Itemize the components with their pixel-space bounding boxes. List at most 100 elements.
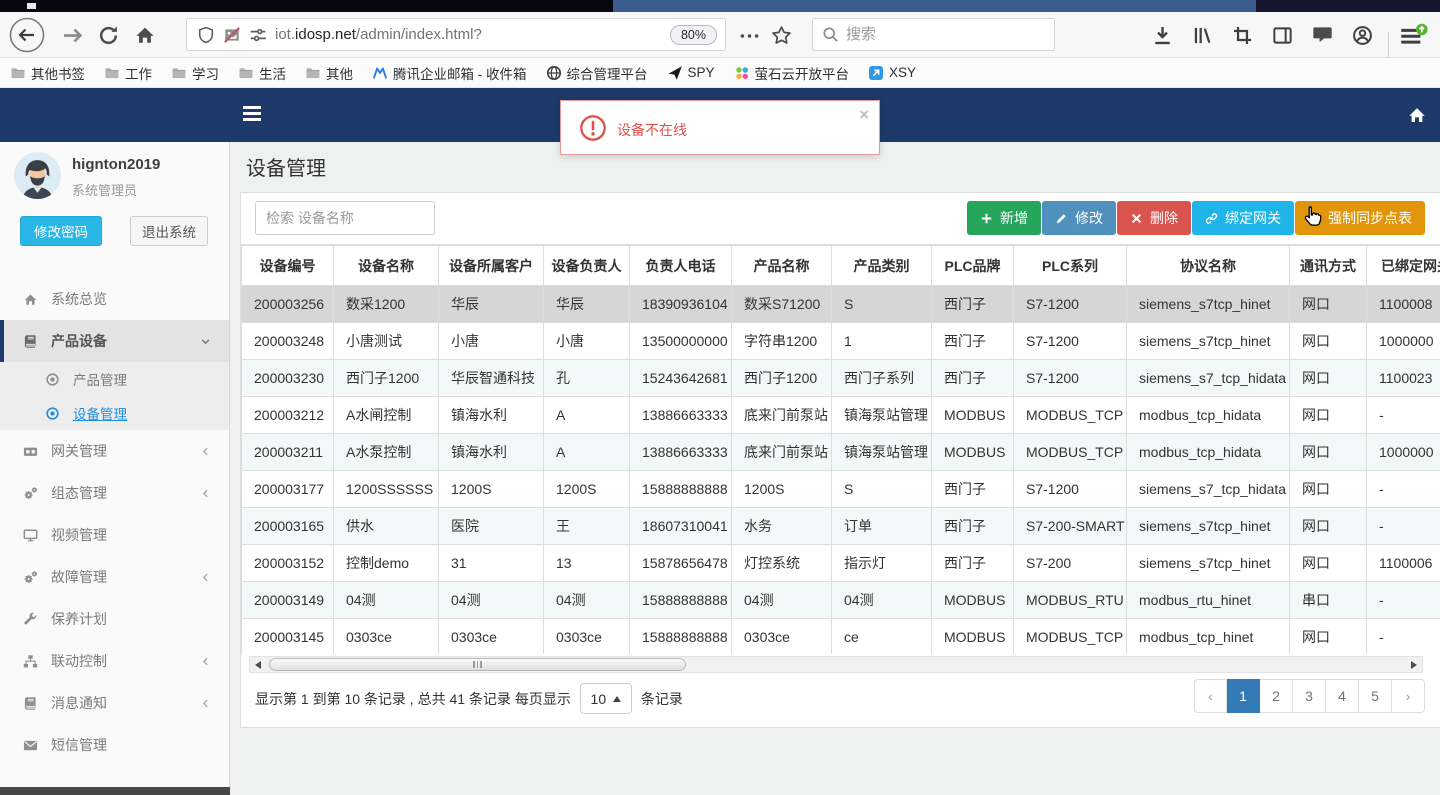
bookmark-item[interactable]: SPY (667, 65, 715, 81)
table-cell: 网口 (1289, 396, 1367, 434)
shield-icon[interactable] (197, 26, 215, 44)
column-header[interactable]: 设备编号 (241, 245, 334, 286)
sidebar-item-设备管理[interactable]: 设备管理 (0, 396, 229, 430)
table-cell: - (1366, 470, 1440, 508)
column-header[interactable]: 设备所属客户 (438, 245, 544, 286)
column-header[interactable]: 设备名称 (333, 245, 439, 286)
table-row[interactable]: 200003149 04测 04测 04测 15888888888 04测 04测 MODBU… (241, 581, 1440, 619)
page-size-select[interactable]: 10 (579, 683, 632, 714)
page-2[interactable]: 2 (1260, 679, 1293, 713)
page-title: 设备管理 (246, 158, 326, 180)
library-icon[interactable] (1192, 25, 1213, 46)
page-actions-icon[interactable] (740, 30, 759, 42)
bookmark-item[interactable]: XSY (868, 65, 916, 81)
bookmark-item[interactable]: 学习 (171, 63, 219, 83)
bookmark-item[interactable]: 生活 (238, 63, 286, 83)
bookmark-item[interactable]: 其他书签 (10, 63, 85, 83)
column-header[interactable]: 协议名称 (1126, 245, 1290, 286)
page-prev[interactable]: ‹ (1194, 679, 1227, 713)
url-bar[interactable]: iot.idosp.net/admin/index.html? 80% (186, 18, 726, 51)
zoom-level-badge[interactable]: 80% (669, 24, 717, 45)
sidebar-collapse-icon[interactable] (243, 106, 261, 122)
bookmark-item[interactable]: 腾讯企业邮箱 - 收件箱 (372, 63, 527, 83)
table-cell: A (543, 433, 630, 471)
sidebar-item-系统总览[interactable]: 系统总览 (0, 278, 229, 320)
pocket-icon[interactable] (1312, 26, 1333, 45)
column-header[interactable]: 产品类别 (831, 245, 932, 286)
add-button[interactable]: 新增 (967, 201, 1041, 235)
app-home-icon[interactable] (1407, 105, 1427, 125)
sidebar-item-联动控制[interactable]: 联动控制 (0, 640, 229, 682)
back-button[interactable] (8, 16, 46, 54)
sidebar-item-网关管理[interactable]: 网关管理 (0, 430, 229, 472)
home-icon (22, 292, 38, 307)
delete-button[interactable]: 删除 (1117, 201, 1191, 235)
column-header[interactable]: 已绑定网关 (1366, 245, 1440, 286)
home-button[interactable] (134, 24, 156, 46)
sidebar-item-消息通知[interactable]: 消息通知 (0, 682, 229, 724)
monitor-icon (22, 528, 38, 543)
forward-button[interactable] (62, 25, 83, 46)
menu-icon[interactable] (1398, 23, 1428, 48)
horizontal-scrollbar[interactable] (249, 656, 1423, 673)
column-header[interactable]: 产品名称 (731, 245, 832, 286)
images-blocked-icon[interactable] (223, 26, 241, 44)
table-cell: 200003149 (241, 581, 334, 619)
table-row[interactable]: 200003211 A水泵控制 镇海水利 A 13886663333 底来门前泵站 镇海泵站… (241, 433, 1440, 471)
table-row[interactable]: 200003177 1200SSSSSS 1200S 1200S 15888888888… (241, 470, 1440, 508)
sidebar-item-组态管理[interactable]: 组态管理 (0, 472, 229, 514)
bookmark-star-icon[interactable] (771, 25, 792, 46)
permissions-icon[interactable] (249, 26, 267, 44)
scrollbar-thumb[interactable] (269, 658, 686, 671)
page-5[interactable]: 5 (1359, 679, 1392, 713)
sidebar-toggle-icon[interactable] (1272, 25, 1293, 46)
bind-gateway-button[interactable]: 绑定网关 (1192, 201, 1294, 235)
sidebar-item-短信管理[interactable]: 短信管理 (0, 724, 229, 766)
table-row[interactable]: 200003145 0303ce 0303ce 0303ce 15888888888 03… (241, 618, 1440, 654)
reload-button[interactable] (98, 25, 119, 46)
table-row[interactable]: 200003248 小唐测试 小唐 小唐 13500000000 字符串1200 1 西门子 S… (241, 322, 1440, 360)
table-cell: MODBUS (931, 618, 1014, 654)
bookmark-item[interactable]: 综合管理平台 (546, 63, 648, 83)
page-next[interactable]: › (1392, 679, 1425, 713)
page-4[interactable]: 4 (1326, 679, 1359, 713)
browser-search-input[interactable] (846, 26, 1031, 43)
column-header[interactable]: PLC品牌 (931, 245, 1014, 286)
device-search-input[interactable] (255, 201, 435, 235)
account-icon[interactable] (1352, 25, 1373, 46)
edit-button[interactable]: 修改 (1042, 201, 1116, 235)
table-body: 200003256 数采1200 华辰 华辰 18390936104 数采S71200 S 西… (241, 285, 1440, 654)
column-header[interactable]: 负责人电话 (629, 245, 732, 286)
sidebar-item-视频管理[interactable]: 视频管理 (0, 514, 229, 556)
column-header[interactable]: 设备负责人 (543, 245, 630, 286)
bookmark-item[interactable]: 萤石云开放平台 (734, 63, 849, 83)
scrollbar-track[interactable] (266, 657, 1406, 672)
sidebar-item-产品设备[interactable]: 产品设备 (0, 320, 229, 362)
page-1[interactable]: 1 (1227, 679, 1260, 713)
column-header[interactable]: PLC系列 (1013, 245, 1127, 286)
browser-search-box[interactable] (812, 18, 1055, 51)
table-row[interactable]: 200003212 A水闸控制 镇海水利 A 13886663333 底来门前泵站 镇海泵站… (241, 396, 1440, 434)
table-row[interactable]: 200003152 控制demo 31 13 15878656478 灯控系统 指示灯 西门子… (241, 544, 1440, 582)
bookmark-item[interactable]: 其他 (305, 63, 353, 83)
sidebar-item-产品管理[interactable]: 产品管理 (0, 362, 229, 396)
table-cell: 1100023 (1366, 359, 1440, 397)
scroll-right-arrow[interactable] (1406, 657, 1422, 672)
downloads-icon[interactable] (1152, 25, 1173, 46)
scroll-left-arrow[interactable] (250, 657, 266, 672)
logout-button[interactable]: 退出系统 (130, 216, 208, 246)
table-row[interactable]: 200003230 西门子1200 华辰智通科技孔 15243642681 西门子120… (241, 359, 1440, 397)
book-icon (22, 334, 38, 349)
alert-close-icon[interactable]: × (859, 105, 869, 125)
table-row[interactable]: 200003165 供水 医院王 18607310041 水务 订单 西门子 S7-200-S… (241, 507, 1440, 545)
sidebar-item-故障管理[interactable]: 故障管理 (0, 556, 229, 598)
screenshot-icon[interactable] (1232, 25, 1253, 46)
column-header[interactable]: 通讯方式 (1289, 245, 1367, 286)
sidebar-item-保养计划[interactable]: 保养计划 (0, 598, 229, 640)
page-3[interactable]: 3 (1293, 679, 1326, 713)
change-password-button[interactable]: 修改密码 (20, 216, 102, 246)
bookmark-item[interactable]: 工作 (104, 63, 152, 83)
table-cell: MODBUS_RTU (1013, 581, 1127, 619)
sidebar-item-label: 视频管理 (51, 527, 107, 543)
table-row[interactable]: 200003256 数采1200 华辰 华辰 18390936104 数采S71200 S 西… (241, 285, 1440, 323)
